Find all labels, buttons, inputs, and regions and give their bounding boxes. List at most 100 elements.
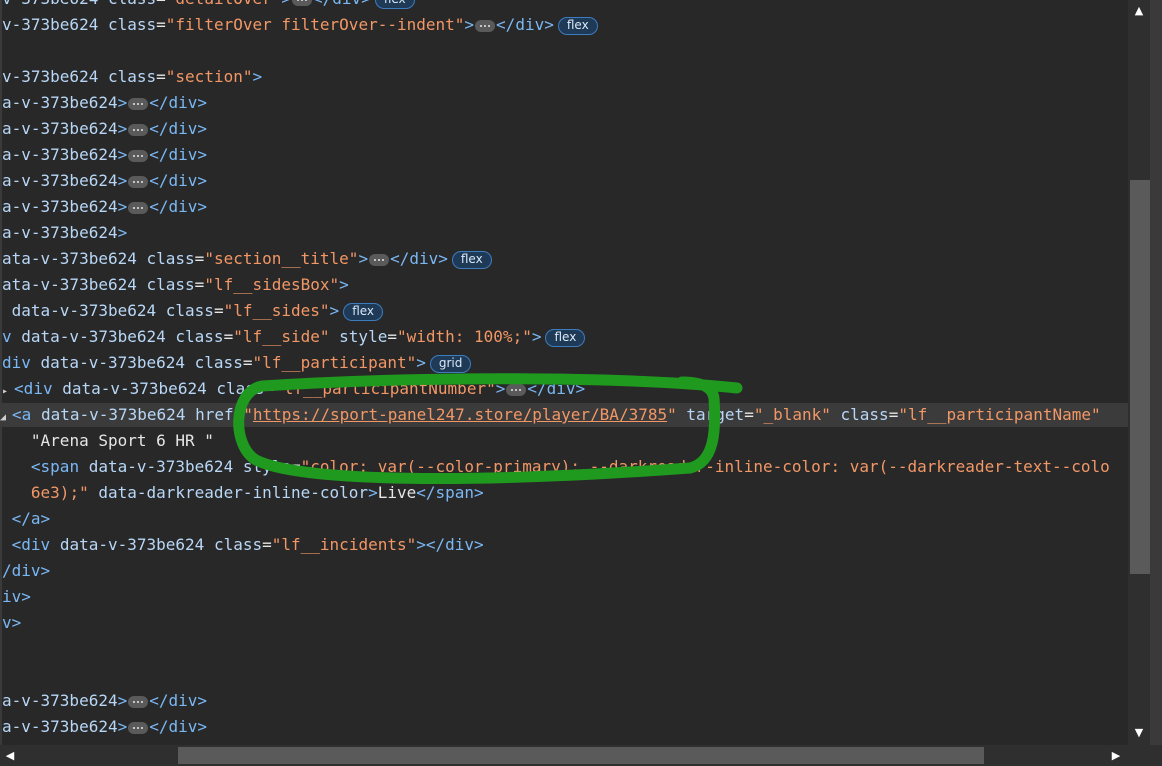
collapsed-content-icon[interactable]: [128, 175, 149, 188]
code-token: <div: [11, 535, 60, 554]
dom-node-line[interactable]: ▸ <div data-v-373be624 class="lf__partic…: [2, 377, 585, 401]
code-token: </div>: [149, 119, 208, 138]
dom-node-line[interactable]: iv>: [2, 585, 31, 609]
arrow-up-icon[interactable]: ▲: [1128, 0, 1150, 22]
dom-node-line[interactable]: a-v-373be624> </div>: [2, 195, 207, 219]
code-token: >: [117, 223, 128, 242]
collapsed-content-icon[interactable]: [369, 253, 390, 266]
code-token: ></div>: [416, 535, 484, 554]
code-token: a-v-373be624: [2, 223, 118, 242]
code-token: >: [531, 327, 542, 346]
code-token: "section__title": [204, 249, 359, 268]
dom-node-line[interactable]: ata-v-373be624 class="section__title"> </…: [2, 247, 492, 271]
href-link[interactable]: https://sport-panel247.store/player/BA/3…: [253, 405, 667, 424]
scrollbar-corner: [1128, 745, 1162, 766]
dom-node-line[interactable]: div data-v-373be624 class="lf__participa…: [2, 351, 472, 375]
dom-node-line[interactable]: data-v-373be624 class="lf__sides"> flex: [2, 299, 384, 323]
dom-node-line[interactable]: v-373be624 class="filterOver filterOver-…: [2, 13, 598, 37]
layout-badge[interactable]: grid: [429, 354, 472, 373]
code-token: 6e3);": [30, 483, 89, 502]
code-token: >: [252, 67, 263, 86]
arrow-down-icon[interactable]: ▼: [1128, 722, 1150, 744]
dom-node-line[interactable]: <span data-v-373be624 style="color: var(…: [2, 455, 1110, 479]
vertical-scrollbar-thumb[interactable]: [1130, 180, 1150, 574]
dom-node-line[interactable]: /div>: [2, 559, 50, 583]
dom-node-line[interactable]: <div data-v-373be624 class="lf__incident…: [2, 533, 484, 557]
dom-node-selected[interactable]: ◢ <a data-v-373be624 href="https://sport…: [0, 403, 1128, 427]
collapsed-content-icon[interactable]: [128, 695, 149, 708]
collapsed-content-icon[interactable]: [128, 201, 149, 214]
code-token: ": [667, 405, 677, 424]
code-token: a-v-373be624: [2, 93, 118, 112]
dom-node-line[interactable]: a-v-373be624> </div>: [2, 715, 207, 739]
arrow-left-icon[interactable]: ◀: [0, 745, 20, 766]
code-token: Live: [377, 483, 417, 502]
code-token: v>: [2, 613, 22, 632]
layout-badge[interactable]: flex: [557, 16, 598, 35]
code-token: "lf__side": [233, 327, 330, 346]
code-token: div: [2, 353, 41, 372]
dom-node-line[interactable]: </a>: [2, 507, 51, 531]
code-token: >: [495, 379, 506, 398]
code-token: class: [194, 353, 243, 372]
dom-node-line[interactable]: v-373be624 class="section">: [2, 65, 262, 89]
code-token: =: [213, 301, 224, 320]
horizontal-scrollbar-thumb[interactable]: [178, 747, 984, 764]
layout-badge[interactable]: flex: [451, 250, 492, 269]
code-token: </div>: [149, 691, 208, 710]
collapsed-content-icon[interactable]: [292, 0, 313, 6]
collapsed-content-icon[interactable]: [475, 19, 496, 32]
dom-node-line[interactable]: ata-v-373be624 class="lf__sidesBox">: [2, 273, 349, 297]
dom-node-line[interactable]: a-v-373be624> </div>: [2, 143, 207, 167]
code-token: =: [291, 457, 301, 476]
code-token: >: [329, 301, 340, 320]
collapsed-content-icon[interactable]: [128, 123, 149, 136]
dom-node-line[interactable]: a-v-373be624>: [2, 221, 127, 245]
collapsed-content-icon[interactable]: [506, 383, 527, 396]
code-token: =: [156, 15, 166, 34]
layout-badge[interactable]: flex: [374, 0, 415, 9]
code-token: a-v-373be624: [2, 119, 118, 138]
code-token: </div>: [149, 145, 208, 164]
code-token: "color: var(--color-primary); --darkread…: [300, 457, 1110, 476]
code-token: =: [233, 405, 244, 424]
dom-node-line[interactable]: "Arena Sport 6 HR ": [2, 429, 214, 453]
code-token: </div>: [149, 171, 208, 190]
dom-node-line[interactable]: a-v-373be624> </div>: [2, 689, 207, 713]
dom-node-line[interactable]: 6e3);" data-darkreader-inline-color>Live…: [2, 481, 484, 505]
dom-node-line[interactable]: a-v-373be624> </div>: [2, 169, 207, 193]
code-token: class: [107, 15, 157, 34]
layout-badge[interactable]: flex: [545, 328, 586, 347]
dom-node-line[interactable]: a-v-373be624> </div>: [2, 117, 207, 141]
collapsed-content-icon[interactable]: [128, 97, 149, 110]
collapsed-content-icon[interactable]: [128, 721, 149, 734]
dom-node-line[interactable]: v-373be624 class="detailOver"> </div>flex: [2, 0, 415, 11]
code-token: target: [676, 405, 745, 424]
code-token: </div>: [149, 197, 208, 216]
arrow-right-icon[interactable]: ▶: [1106, 745, 1126, 766]
code-token: v-373be624: [2, 67, 108, 86]
code-token: /div>: [2, 561, 51, 580]
code-token: "lf__sides": [223, 301, 330, 320]
layout-badge[interactable]: flex: [343, 302, 384, 321]
dom-node-line[interactable]: a-v-373be624> </div>: [2, 91, 207, 115]
dom-node-line[interactable]: v data-v-373be624 class="lf__side" style…: [2, 325, 586, 349]
code-token: =: [262, 535, 272, 554]
collapsed-content-icon[interactable]: [128, 149, 149, 162]
dom-tree[interactable]: v-373be624 class="detailOver"></div>flex…: [0, 0, 1128, 745]
code-token: a-v-373be624: [2, 197, 118, 216]
vertical-scrollbar[interactable]: ▲ ▼: [1128, 0, 1150, 745]
code-token: </div>: [149, 93, 208, 112]
code-token: >: [358, 249, 369, 268]
code-token: href: [195, 405, 234, 424]
code-token: </div>: [496, 15, 554, 34]
code-token: a-v-373be624: [2, 691, 118, 710]
code-token: "lf__participant": [252, 353, 417, 372]
dom-node-line[interactable]: v>: [2, 611, 21, 635]
code-token: class: [830, 405, 889, 424]
code-token: >: [117, 119, 128, 138]
code-token: "section": [165, 67, 253, 86]
horizontal-scrollbar[interactable]: ◀ ▶: [0, 745, 1128, 766]
